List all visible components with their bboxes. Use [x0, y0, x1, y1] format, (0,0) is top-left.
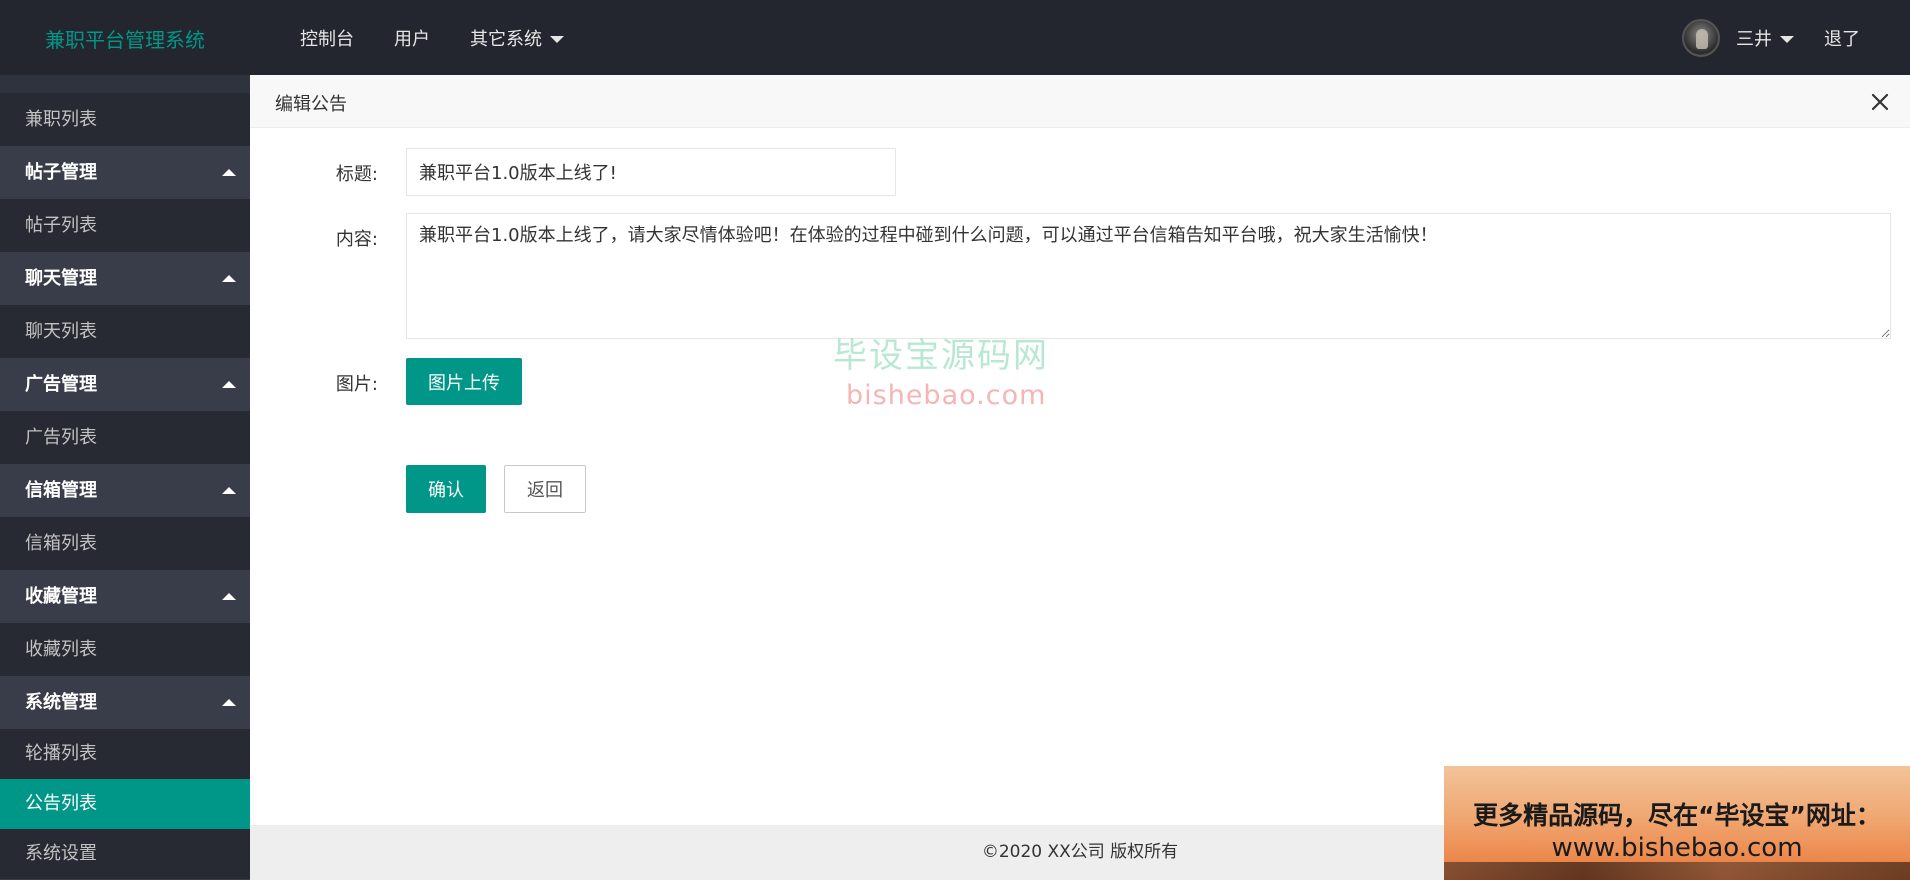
sidebar-item-notice-list[interactable]: 公告列表 — [0, 779, 250, 829]
chevron-up-icon — [222, 275, 236, 282]
user-name-label: 三井 — [1736, 28, 1772, 50]
avatar[interactable] — [1682, 18, 1720, 57]
sidebar-group-mailbox[interactable]: 信箱管理 — [0, 464, 250, 517]
edit-notice-panel: 编辑公告 标题: 内容: 图片: 图片上传 确认 返回 — [250, 75, 1910, 880]
content-label: 内容: — [335, 229, 378, 250]
sidebar-group-posts[interactable]: 帖子管理 — [0, 146, 250, 199]
chevron-up-icon — [222, 593, 236, 600]
promo-headline: 更多精品源码，尽在“毕设宝”网址： — [1473, 801, 1881, 830]
sidebar-item-chat-list[interactable]: 聊天列表 — [0, 305, 250, 358]
sidebar: 兼职列表 帖子管理 帖子列表 聊天管理 聊天列表 广告管理 广告列表 信箱管理 … — [0, 75, 250, 880]
form-row-title: 标题: — [250, 147, 1910, 197]
user-menu[interactable]: 三井 — [1736, 25, 1794, 51]
sidebar-group-system[interactable]: 系统管理 — [0, 676, 250, 729]
upload-image-button[interactable]: 图片上传 — [406, 358, 522, 405]
image-label: 图片: — [335, 374, 378, 395]
title-input[interactable] — [406, 148, 896, 196]
top-header: 兼职平台管理系统 控制台 用户 其它系统 三井 退了 — [0, 0, 1910, 75]
nav-item-dashboard[interactable]: 控制台 — [300, 25, 354, 51]
panel-header: 编辑公告 — [250, 75, 1910, 128]
content-textarea[interactable] — [406, 213, 1891, 339]
chevron-down-icon — [550, 35, 564, 43]
sidebar-group-ads[interactable]: 广告管理 — [0, 358, 250, 411]
sidebar-group-chat[interactable]: 聊天管理 — [0, 252, 250, 305]
promo-banner[interactable]: 更多精品源码，尽在“毕设宝”网址： www.bishebao.com — [1444, 766, 1910, 880]
top-nav: 控制台 用户 其它系统 — [280, 0, 584, 75]
nav-item-label: 控制台 — [300, 28, 354, 50]
user-area: 三井 退了 — [1682, 0, 1860, 75]
watermark-en: bishebao.com — [846, 380, 1047, 411]
chevron-down-icon — [1780, 35, 1794, 43]
app-logo[interactable]: 兼职平台管理系统 — [45, 24, 205, 53]
form-row-content: 内容: — [250, 213, 1910, 341]
close-icon[interactable] — [1870, 92, 1890, 112]
form-row-actions: 确认 返回 — [250, 465, 1910, 513]
copyright-text: ©2020 XX公司 版权所有 — [981, 842, 1179, 862]
nav-item-label: 用户 — [394, 28, 430, 50]
chevron-up-icon — [222, 169, 236, 176]
sidebar-item-system-settings[interactable]: 系统设置 — [0, 829, 250, 879]
nav-item-users[interactable]: 用户 — [394, 25, 430, 51]
watermark-cn: 毕设宝源码网 — [833, 336, 1049, 376]
sidebar-group-label: 收藏管理 — [25, 586, 97, 607]
sidebar-item-mailbox-list[interactable]: 信箱列表 — [0, 517, 250, 570]
sidebar-item-favorites-list[interactable]: 收藏列表 — [0, 623, 250, 676]
sidebar-item-parttime-list[interactable]: 兼职列表 — [0, 93, 250, 146]
sidebar-group-label: 系统管理 — [25, 692, 97, 713]
sidebar-item-carousel-list[interactable]: 轮播列表 — [0, 729, 250, 779]
promo-url: www.bishebao.com — [1551, 833, 1803, 863]
nav-item-other-systems[interactable]: 其它系统 — [470, 25, 564, 51]
sidebar-group-label: 信箱管理 — [25, 480, 97, 501]
sidebar-group-favorites[interactable]: 收藏管理 — [0, 570, 250, 623]
panel-title: 编辑公告 — [275, 94, 347, 115]
sidebar-group-label: 帖子管理 — [25, 162, 97, 183]
form-row-image: 图片: 图片上传 — [250, 358, 1910, 406]
chevron-up-icon — [222, 487, 236, 494]
chevron-up-icon — [222, 699, 236, 706]
logout-link[interactable]: 退了 — [1824, 25, 1860, 51]
confirm-button[interactable]: 确认 — [406, 465, 486, 513]
title-label: 标题: — [335, 164, 378, 185]
nav-item-label: 其它系统 — [470, 28, 542, 50]
chevron-up-icon — [222, 381, 236, 388]
back-button[interactable]: 返回 — [504, 465, 586, 513]
sidebar-top-strip — [0, 75, 250, 93]
sidebar-item-post-list[interactable]: 帖子列表 — [0, 199, 250, 252]
sidebar-group-label: 广告管理 — [25, 374, 97, 395]
sidebar-group-label: 聊天管理 — [25, 268, 97, 289]
sidebar-item-ad-list[interactable]: 广告列表 — [0, 411, 250, 464]
